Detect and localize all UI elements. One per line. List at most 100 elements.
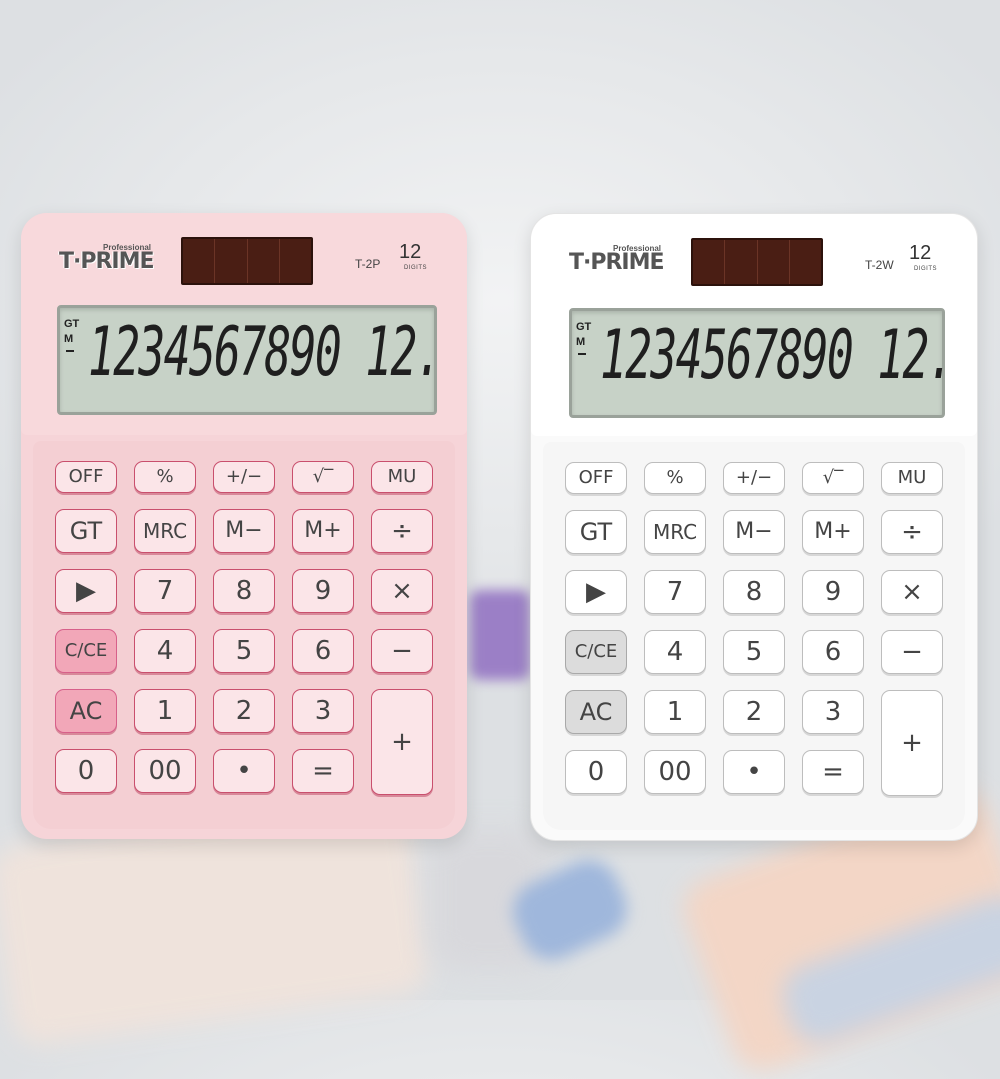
key-three[interactable]: 3: [802, 690, 864, 734]
key-seven[interactable]: 7: [134, 569, 196, 613]
key-off[interactable]: OFF: [55, 461, 117, 493]
key-minus[interactable]: −: [881, 630, 943, 674]
key-label: √‾: [822, 467, 844, 488]
key-nine[interactable]: 9: [802, 570, 864, 614]
memory-indicator: M: [64, 333, 74, 345]
key-m-plus[interactable]: M+: [802, 510, 864, 554]
key-c-ce[interactable]: C/CE: [565, 630, 627, 674]
key-five[interactable]: 5: [213, 629, 275, 673]
key-percent[interactable]: %: [644, 462, 706, 494]
key-label: MRC: [142, 519, 188, 543]
key-label: 7: [666, 577, 684, 607]
key-label: •: [236, 756, 252, 786]
key-equals[interactable]: =: [802, 750, 864, 794]
key-six[interactable]: 6: [292, 629, 354, 673]
key-zero[interactable]: 0: [565, 750, 627, 794]
key-multiply[interactable]: ×: [371, 569, 433, 613]
key-plus[interactable]: +: [881, 690, 943, 796]
key-label: =: [822, 757, 844, 787]
key-label: %: [156, 466, 174, 487]
key-double-zero[interactable]: 00: [644, 750, 706, 794]
lcd-display: GT M 1234567890 12.: [569, 308, 955, 418]
key-dot[interactable]: •: [213, 749, 275, 793]
key-label: 6: [314, 636, 332, 666]
key-c-ce[interactable]: C/CE: [55, 629, 117, 673]
key-label: 6: [824, 637, 842, 667]
key-label: +/−: [225, 466, 263, 487]
digits-count: 12: [909, 242, 932, 264]
key-four[interactable]: 4: [134, 629, 196, 673]
key-label: 4: [666, 637, 684, 667]
brand-name: T·PRIME: [59, 249, 155, 274]
key-label: AC: [69, 697, 103, 725]
key-five[interactable]: 5: [723, 630, 785, 674]
key-two[interactable]: 2: [723, 690, 785, 734]
key-label: 8: [235, 576, 253, 606]
key-equals[interactable]: =: [292, 749, 354, 793]
display-value: 1234567890 12.: [88, 314, 443, 392]
model-number: T-2P: [355, 257, 381, 271]
calculator-top-panel: Professional T·PRIME T-2W 12 DIGITS GT M…: [531, 214, 977, 436]
binder-clip-purple: [470, 590, 530, 680]
memory-indicator: M: [576, 336, 586, 348]
key-mu[interactable]: MU: [371, 461, 433, 493]
key-backspace[interactable]: ▶: [565, 570, 627, 614]
key-label: 0: [587, 757, 605, 787]
key-three[interactable]: 3: [292, 689, 354, 733]
key-nine[interactable]: 9: [292, 569, 354, 613]
key-label: •: [746, 757, 762, 787]
display-value: 1234567890 12.: [600, 317, 955, 395]
key-label: 3: [314, 696, 332, 726]
key-four[interactable]: 4: [644, 630, 706, 674]
key-plus[interactable]: +: [371, 689, 433, 795]
key-six[interactable]: 6: [802, 630, 864, 674]
key-ac[interactable]: AC: [565, 690, 627, 734]
key-sqrt[interactable]: √‾: [292, 461, 354, 493]
key-eight[interactable]: 8: [213, 569, 275, 613]
key-label: 2: [235, 696, 253, 726]
key-mrc[interactable]: MRC: [134, 509, 196, 553]
key-gt[interactable]: GT: [55, 509, 117, 553]
key-double-zero[interactable]: 00: [134, 749, 196, 793]
key-m-minus[interactable]: M−: [723, 510, 785, 554]
key-minus[interactable]: −: [371, 629, 433, 673]
key-label: −: [391, 636, 413, 666]
key-label: AC: [579, 698, 613, 726]
key-label: ×: [391, 576, 413, 606]
key-mu[interactable]: MU: [881, 462, 943, 494]
key-plus-minus[interactable]: +/−: [723, 462, 785, 494]
key-label: 1: [666, 697, 684, 727]
key-divide[interactable]: ÷: [881, 510, 943, 554]
solar-panel: [181, 237, 313, 285]
key-ac[interactable]: AC: [55, 689, 117, 733]
key-multiply[interactable]: ×: [881, 570, 943, 614]
key-backspace[interactable]: ▶: [55, 569, 117, 613]
key-one[interactable]: 1: [134, 689, 196, 733]
key-zero[interactable]: 0: [55, 749, 117, 793]
key-percent[interactable]: %: [134, 461, 196, 493]
key-label: %: [666, 467, 684, 488]
key-plus-minus[interactable]: +/−: [213, 461, 275, 493]
digits-label: DIGITS: [914, 266, 938, 272]
key-one[interactable]: 1: [644, 690, 706, 734]
key-label: M+: [304, 518, 342, 543]
key-gt[interactable]: GT: [565, 510, 627, 554]
key-off[interactable]: OFF: [565, 462, 627, 494]
key-two[interactable]: 2: [213, 689, 275, 733]
key-mrc[interactable]: MRC: [644, 510, 706, 554]
key-seven[interactable]: 7: [644, 570, 706, 614]
key-label: =: [312, 756, 334, 786]
key-m-plus[interactable]: M+: [292, 509, 354, 553]
key-eight[interactable]: 8: [723, 570, 785, 614]
key-m-minus[interactable]: M−: [213, 509, 275, 553]
key-dot[interactable]: •: [723, 750, 785, 794]
key-sqrt[interactable]: √‾: [802, 462, 864, 494]
key-label: +/−: [735, 467, 773, 488]
key-divide[interactable]: ÷: [371, 509, 433, 553]
calculator-pink: Professional T·PRIME T-2P 12 DIGITS GT M…: [21, 213, 467, 839]
key-label: 5: [745, 637, 763, 667]
key-label: ÷: [901, 517, 923, 547]
key-label: ▶: [586, 577, 606, 607]
key-label: OFF: [578, 467, 614, 488]
key-label: OFF: [68, 466, 104, 487]
